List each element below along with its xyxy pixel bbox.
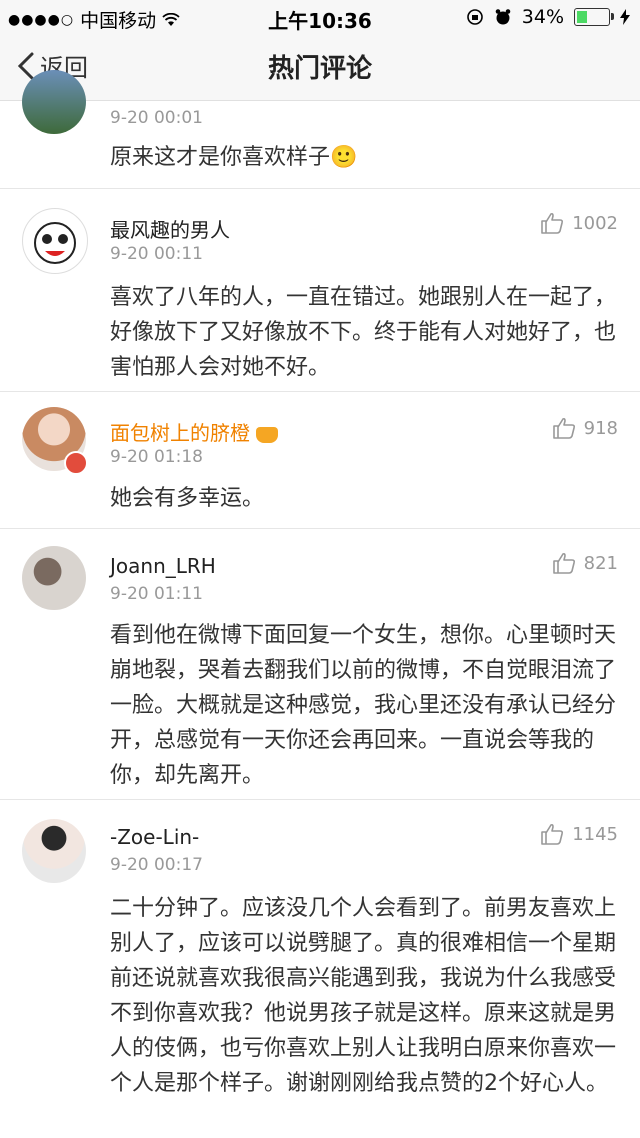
- alarm-icon: [495, 9, 511, 25]
- comment-item: 面包树上的脐橙 9-20 01:18 918 她会有多幸运。: [0, 391, 640, 529]
- commenter-name[interactable]: Joann_LRH: [110, 554, 216, 578]
- verified-badge-icon: [64, 451, 88, 475]
- like-count: 1145: [572, 823, 618, 845]
- thumbs-up-icon: [541, 212, 564, 234]
- comment-item: -Zoe-Lin- 9-20 00:17 1145 二十分钟了。应该没几个人会看…: [0, 799, 640, 1138]
- like-count: 821: [583, 552, 618, 574]
- commenter-name[interactable]: 最风趣的男人: [110, 214, 230, 243]
- commenter-name-text: 面包树上的脐橙: [110, 421, 250, 445]
- comment-text: 原来这才是你喜欢样子🙂: [110, 145, 358, 170]
- charging-bolt-icon: [620, 9, 630, 25]
- comment-time: 9-20 01:11: [110, 584, 203, 604]
- commenter-name[interactable]: 面包树上的脐橙: [110, 417, 279, 446]
- crown-emoji-icon: [256, 426, 279, 443]
- like-count: 1002: [572, 212, 618, 234]
- battery-fill: [577, 11, 587, 23]
- comment-text: 喜欢了八年的人，一直在错过。她跟别人在一起了，好像放下了又好像放不下。终于能有人…: [110, 285, 617, 380]
- comment-time: 9-20 00:01: [110, 108, 203, 128]
- avatar[interactable]: [22, 546, 86, 610]
- comment-time: 9-20 00:11: [110, 244, 203, 264]
- comment-text: 看到他在微博下面回复一个女生，想你。心里顿时天崩地裂，哭着去翻我们以前的微博，不…: [110, 623, 617, 788]
- commenter-name[interactable]: -Zoe-Lin-: [110, 825, 199, 849]
- comment-time: 9-20 01:18: [110, 447, 203, 467]
- thumbs-up-icon: [552, 417, 575, 439]
- comment-text: 二十分钟了。应该没几个人会看到了。前男友喜欢上别人了，应该可以说劈腿了。真的很难…: [110, 896, 617, 1096]
- comment-time: 9-20 00:17: [110, 855, 203, 875]
- battery-percent: 34%: [521, 6, 564, 28]
- thumbs-up-icon: [552, 552, 575, 574]
- thumbs-up-icon: [541, 823, 564, 845]
- like-button[interactable]: 918: [552, 417, 618, 439]
- avatar[interactable]: [22, 70, 86, 134]
- avatar[interactable]: [22, 819, 86, 883]
- cartoon-face-icon: [34, 222, 76, 264]
- like-button[interactable]: 821: [552, 552, 618, 574]
- page-title: 热门评论: [267, 54, 372, 84]
- status-bar: ●●●●○ 中国移动 上午10:36 34%: [0, 0, 640, 34]
- orientation-lock-icon: [466, 9, 483, 25]
- like-count: 918: [583, 417, 618, 439]
- like-button[interactable]: 1145: [540, 823, 618, 845]
- comment-item: 9-20 00:01 原来这才是你喜欢样子🙂: [0, 70, 640, 189]
- navigation-bar: 返回 热门评论: [0, 34, 640, 101]
- like-button[interactable]: 1002: [540, 212, 618, 234]
- battery-icon: [574, 8, 614, 26]
- avatar[interactable]: [22, 208, 88, 274]
- comment-item: 最风趣的男人 9-20 00:11 1002 喜欢了八年的人，一直在错过。她跟别…: [0, 188, 640, 392]
- comment-item: Joann_LRH 9-20 01:11 821 看到他在微博下面回复一个女生，…: [0, 528, 640, 800]
- comment-text: 她会有多幸运。: [110, 486, 265, 511]
